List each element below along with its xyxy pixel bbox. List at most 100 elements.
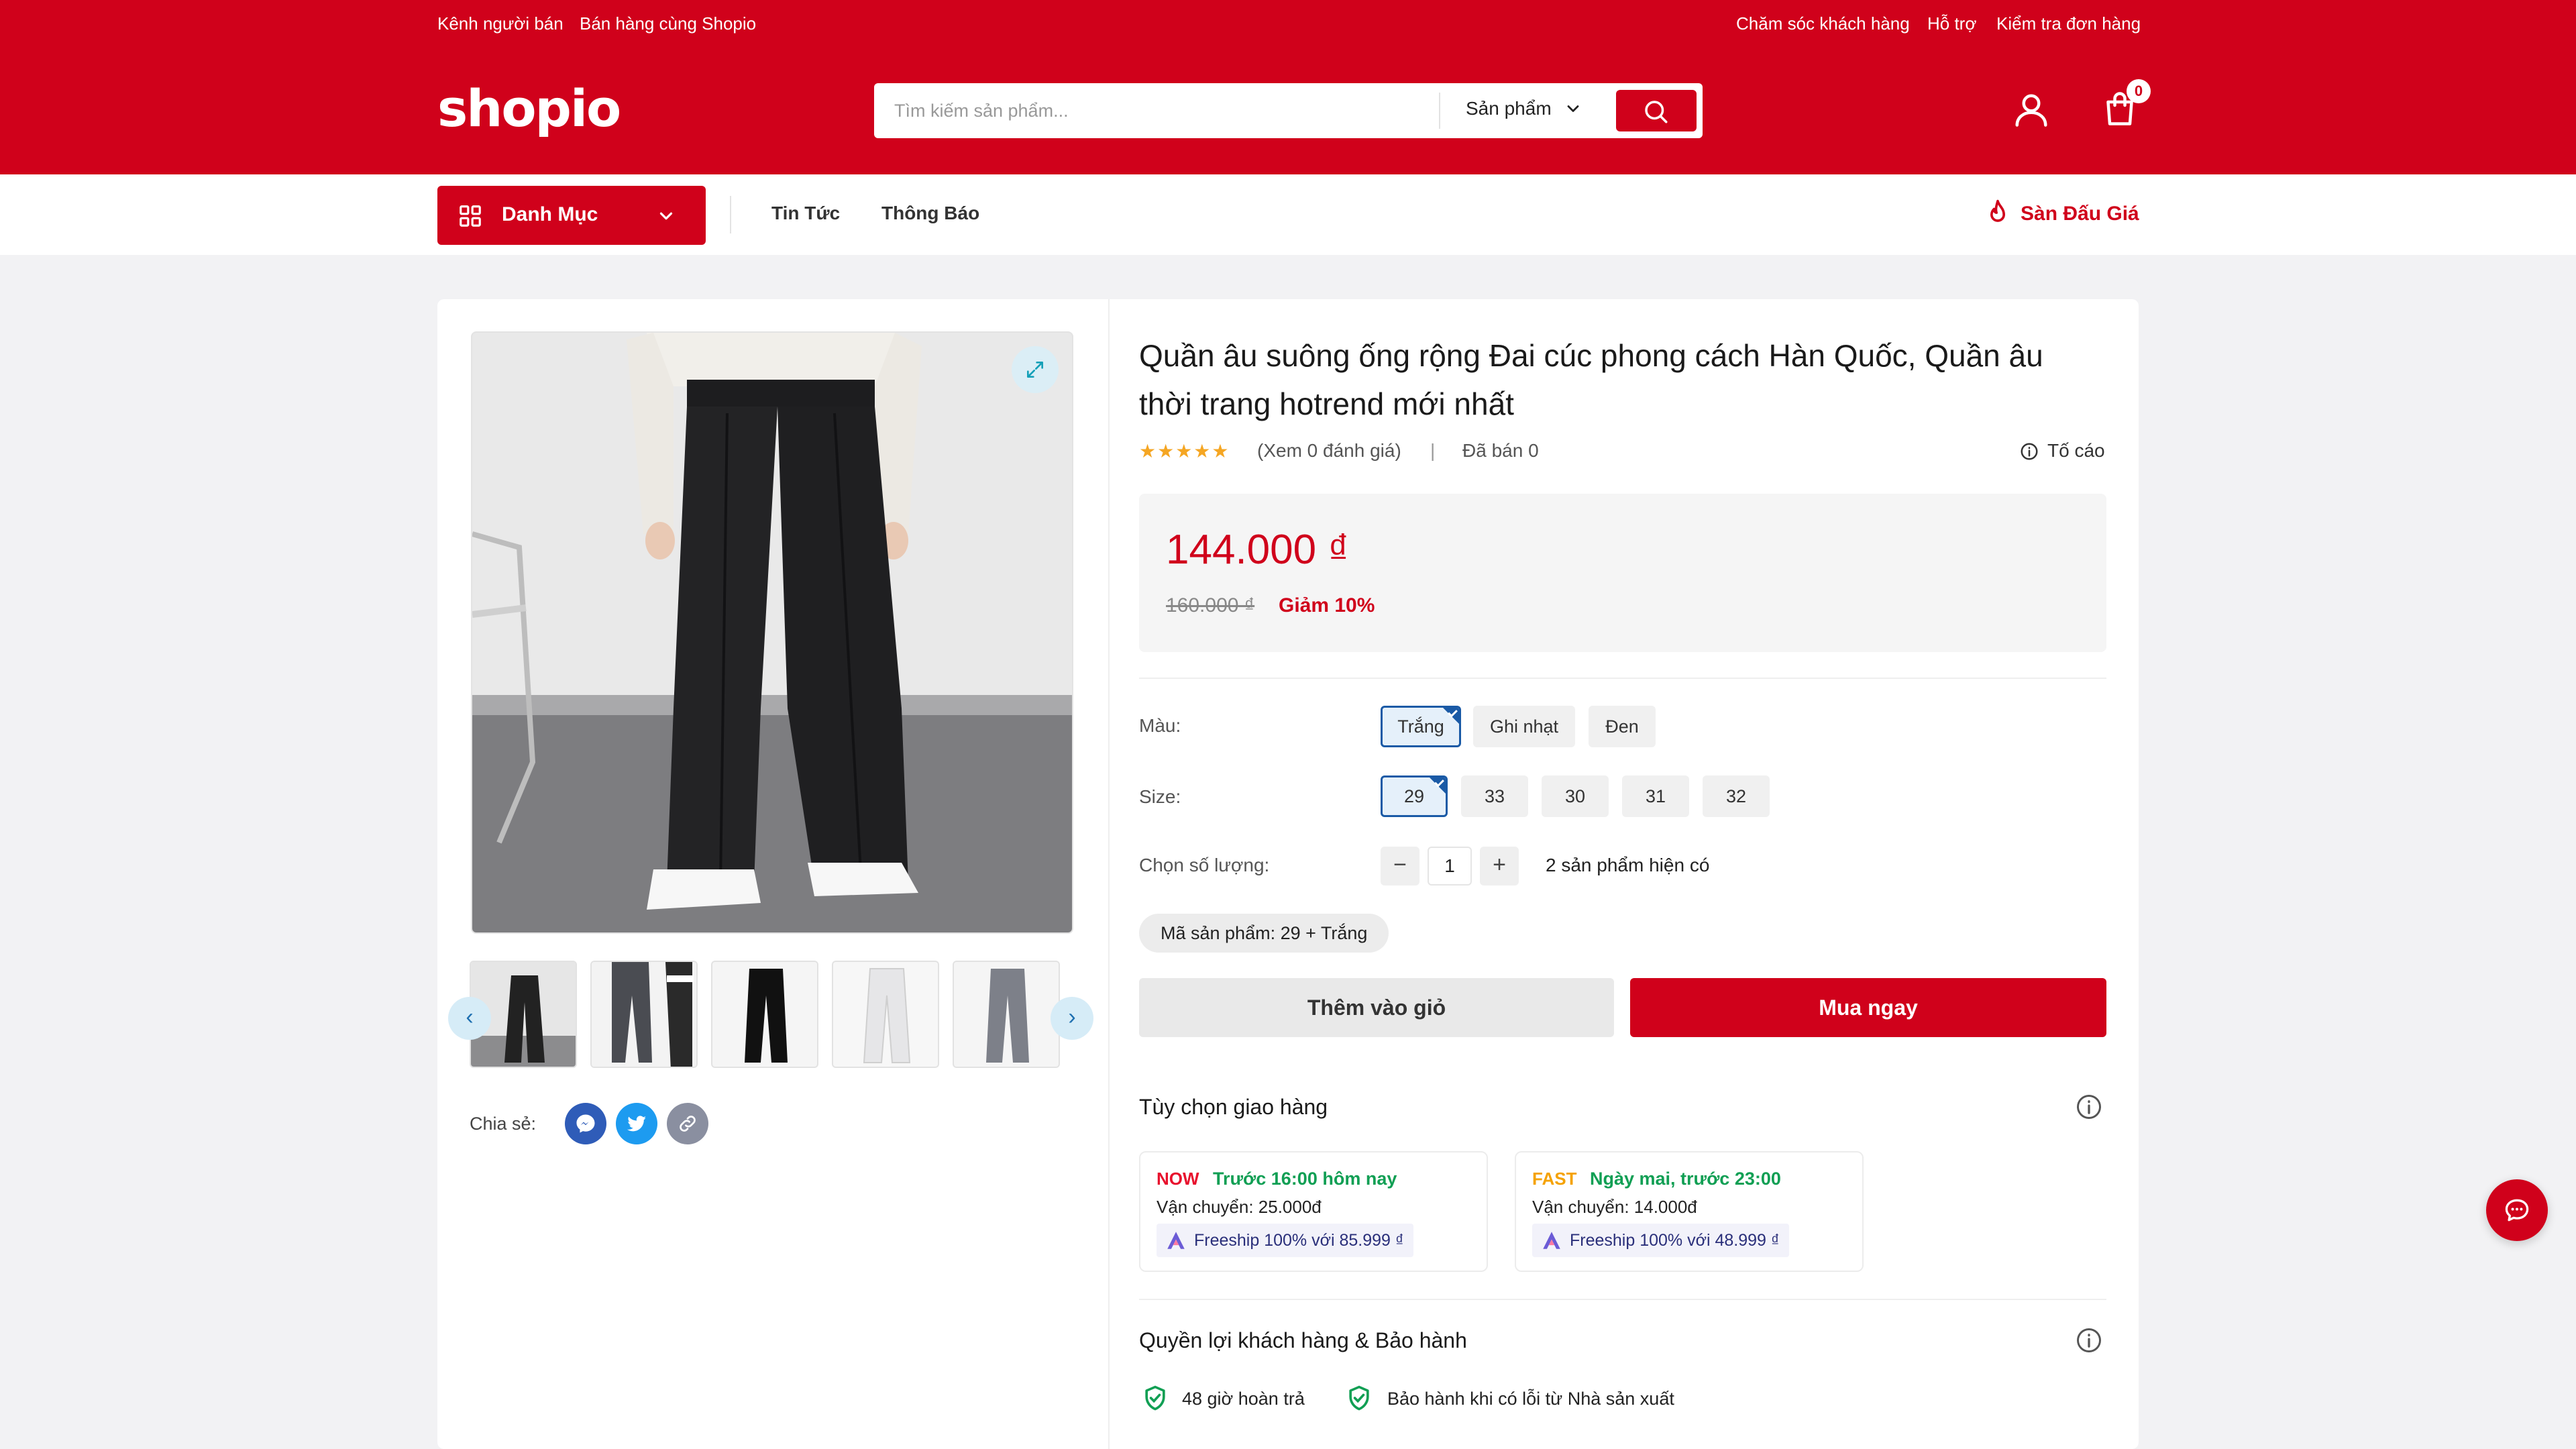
delivery-option-now[interactable]: NOW Trước 16:00 hôm nay Vận chuyển: 25.0…	[1139, 1151, 1488, 1272]
shield-check-icon	[1145, 1385, 1165, 1411]
twitter-icon	[627, 1116, 647, 1132]
add-to-cart-button[interactable]: Thêm vào giỏ	[1139, 978, 1614, 1037]
info-icon	[2021, 443, 2038, 460]
warranty-heading: Quyền lợi khách hàng & Bảo hành	[1139, 1328, 1467, 1352]
nav-bar: Danh Mục Tin Tức Thông Báo Sàn Đấu Giá	[0, 174, 2576, 255]
search-icon	[1645, 101, 1668, 123]
top-bar: Kênh người bán Bán hàng cùng Shopio Chăm…	[0, 0, 2576, 47]
color-option-white[interactable]: Trắng	[1381, 706, 1461, 747]
info-icon[interactable]	[2074, 1326, 2104, 1355]
stock-text: 2 sản phẩm hiện có	[1546, 855, 1710, 875]
search-button[interactable]	[1616, 90, 1697, 131]
freeship-badge: Freeship 100% với 85.999 ₫	[1157, 1224, 1413, 1257]
sku-badge: Mã sản phẩm: 29 + Trắng	[1139, 914, 1389, 953]
thumbnail-next-button[interactable]: ›	[1051, 997, 1093, 1040]
messenger-share-button[interactable]	[565, 1103, 606, 1144]
check-order-link[interactable]: Kiểm tra đơn hàng	[1996, 13, 2141, 34]
delivery-fee: Vận chuyển: 14.000đ	[1532, 1197, 1697, 1217]
auction-link[interactable]: Sàn Đấu Giá	[2021, 203, 2139, 225]
copy-link-button[interactable]	[667, 1103, 708, 1144]
delivery-option-fast[interactable]: FAST Ngày mai, trước 23:00 Vận chuyển: 1…	[1515, 1151, 1864, 1272]
messenger-icon	[576, 1114, 595, 1133]
size-option-33[interactable]: 33	[1461, 775, 1528, 817]
category-menu-label: Danh Mục	[502, 203, 598, 225]
thumbnail-image	[712, 962, 817, 1067]
grid-icon	[460, 205, 481, 227]
search-divider	[1439, 93, 1440, 129]
sell-with-link[interactable]: Bán hàng cùng Shopio	[580, 13, 756, 34]
size-option-32[interactable]: 32	[1703, 775, 1770, 817]
expand-image-button[interactable]	[1012, 346, 1059, 393]
seller-channel-link[interactable]: Kênh người bán	[437, 13, 564, 34]
product-photo	[472, 333, 1072, 932]
reviews-link[interactable]: (Xem 0 đánh giá)	[1257, 440, 1401, 462]
support-link[interactable]: Hỗ trợ	[1927, 13, 1976, 34]
quantity-label: Chọn số lượng:	[1139, 855, 1270, 875]
sold-count: Đã bán 0	[1462, 440, 1539, 461]
original-price: 160.000 ₫	[1166, 594, 1255, 616]
user-icon[interactable]	[2011, 90, 2051, 130]
nav-notifications-link[interactable]: Thông Báo	[881, 203, 979, 224]
info-icon[interactable]	[2074, 1092, 2104, 1122]
delivery-fee: Vận chuyển: 25.000đ	[1157, 1197, 1322, 1217]
color-option-light-gray[interactable]: Ghi nhạt	[1473, 706, 1575, 747]
chevron-left-icon: ‹	[466, 1004, 474, 1030]
freeship-icon	[1167, 1232, 1185, 1249]
chevron-down-icon	[1567, 105, 1579, 112]
meta-separator: |	[1430, 440, 1436, 461]
current-price: 144.000 ₫	[1166, 527, 1350, 573]
thumbnail-prev-button[interactable]: ‹	[448, 997, 491, 1040]
share-label: Chia sẻ:	[470, 1114, 537, 1134]
freeship-text: Freeship 100% với 85.999 ₫	[1194, 1231, 1404, 1250]
link-icon	[680, 1116, 696, 1132]
delivery-time: Ngày mai, trước 23:00	[1590, 1169, 1781, 1189]
color-option-black[interactable]: Đen	[1589, 706, 1656, 747]
chevron-down-icon	[659, 212, 673, 220]
twitter-share-button[interactable]	[616, 1103, 657, 1144]
thumbnail-3[interactable]	[711, 961, 818, 1068]
report-link[interactable]: Tố cáo	[2047, 440, 2105, 462]
discount-label: Giảm 10%	[1279, 594, 1375, 616]
delivery-time: Trước 16:00 hôm nay	[1213, 1169, 1397, 1189]
logo[interactable]: shopio	[437, 78, 621, 138]
category-menu-button[interactable]: Danh Mục	[437, 186, 706, 245]
delivery-tag: FAST	[1532, 1169, 1577, 1189]
chat-button[interactable]	[2486, 1179, 2548, 1241]
search-category-select[interactable]: Sản phẩm	[1466, 98, 1552, 119]
nav-divider	[730, 196, 731, 233]
thumbnail-image	[954, 962, 1059, 1067]
shield-check-icon	[1349, 1385, 1369, 1411]
freeship-badge: Freeship 100% với 48.999 ₫	[1532, 1224, 1789, 1257]
quantity-increase-button[interactable]: +	[1480, 847, 1519, 885]
size-option-31[interactable]: 31	[1622, 775, 1689, 817]
buy-now-button[interactable]: Mua ngay	[1630, 978, 2106, 1037]
size-option-29[interactable]: 29	[1381, 775, 1448, 817]
color-label: Màu:	[1139, 715, 1181, 736]
quantity-decrease-button[interactable]: −	[1381, 847, 1419, 885]
delivery-tag: NOW	[1157, 1169, 1199, 1189]
warranty-item-return: 48 giờ hoàn trả	[1182, 1389, 1305, 1409]
quantity-input[interactable]: 1	[1428, 847, 1472, 885]
thumbnail-4[interactable]	[832, 961, 939, 1068]
chat-icon	[2505, 1199, 2529, 1222]
delivery-heading: Tùy chọn giao hàng	[1139, 1095, 1328, 1119]
freeship-icon	[1543, 1232, 1560, 1249]
customer-care-link[interactable]: Chăm sóc khách hàng	[1736, 13, 1910, 34]
search-input[interactable]	[894, 93, 1417, 129]
price-box: 144.000 ₫ 160.000 ₫ Giảm 10%	[1139, 494, 2106, 652]
divider	[1139, 1299, 2106, 1300]
fire-icon	[1990, 199, 2005, 222]
product-title: Quần âu suông ống rộng Đai cúc phong các…	[1139, 338, 2043, 421]
product-main-image[interactable]	[471, 331, 1073, 934]
chevron-right-icon: ›	[1068, 1004, 1076, 1030]
thumbnail-2[interactable]	[590, 961, 698, 1068]
thumbnail-5[interactable]	[953, 961, 1060, 1068]
cart-count-badge: 0	[2127, 79, 2151, 103]
search-bar: Sản phẩm	[874, 83, 1703, 138]
size-option-30[interactable]: 30	[1542, 775, 1609, 817]
size-label: Size:	[1139, 786, 1181, 807]
expand-icon	[1027, 362, 1043, 378]
column-divider	[1108, 299, 1110, 1449]
nav-news-link[interactable]: Tin Tức	[771, 203, 840, 224]
freeship-text: Freeship 100% với 48.999 ₫	[1570, 1231, 1780, 1250]
